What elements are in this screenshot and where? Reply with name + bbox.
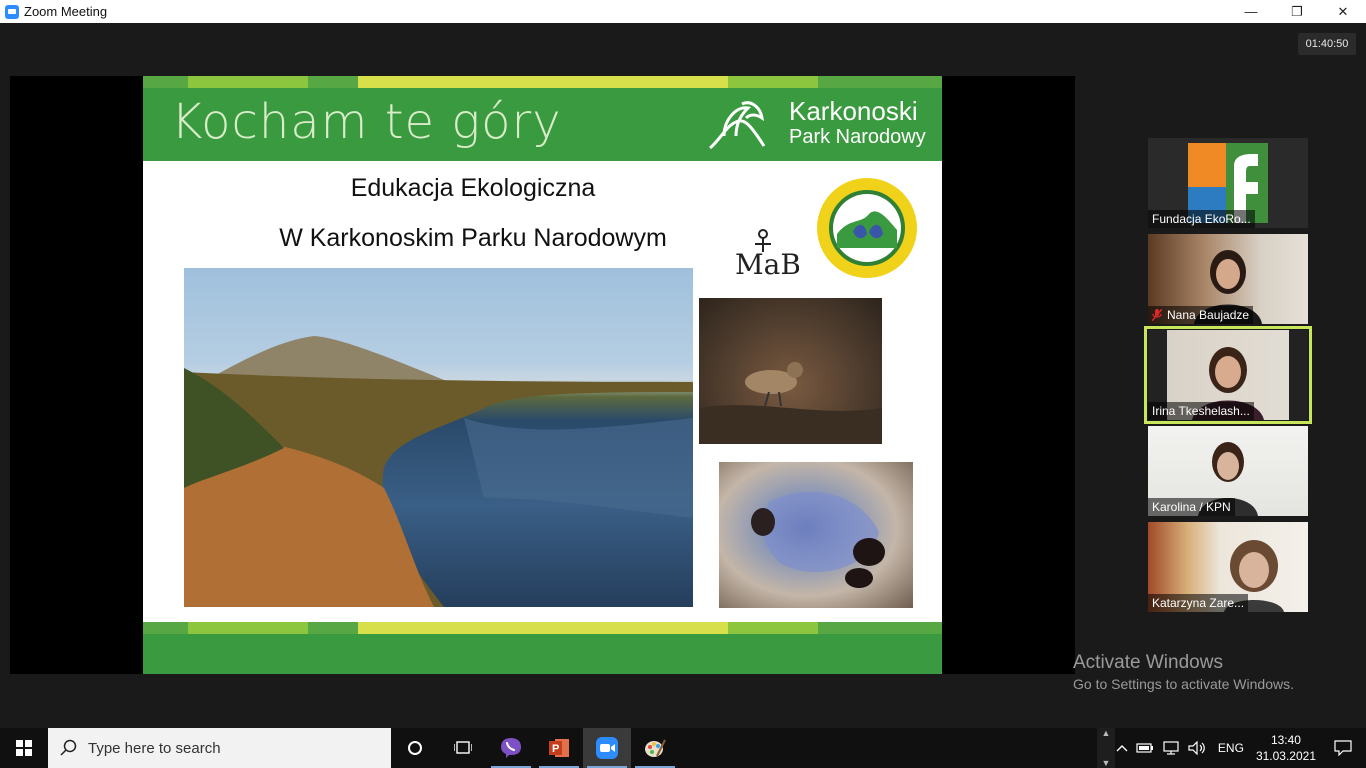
activate-windows-subtitle: Go to Settings to activate Windows.: [1073, 676, 1294, 692]
slide-bottom-stripe: [143, 622, 942, 634]
participant-name: Nana Baujadze: [1167, 308, 1250, 322]
chevron-up-icon: [1116, 745, 1128, 752]
zoom-icon: [596, 737, 618, 759]
taskbar-app-powerpoint[interactable]: P: [535, 728, 583, 768]
mountain-lake-photo: [184, 268, 693, 607]
participant-name: Katarzyna Zare...: [1148, 594, 1249, 612]
task-view-button[interactable]: [439, 728, 487, 768]
taskbar-scroller[interactable]: ▲ ▼: [1097, 728, 1115, 768]
clock-date: 31.03.2021: [1255, 749, 1316, 763]
restore-button[interactable]: ❐: [1274, 0, 1320, 23]
close-button[interactable]: ✕: [1320, 0, 1366, 23]
zoom-app-icon: [5, 4, 19, 19]
mineral-photo: [719, 462, 913, 608]
minimize-button[interactable]: —: [1228, 0, 1274, 23]
powerpoint-icon: P: [549, 739, 569, 757]
network-icon: [1163, 741, 1179, 755]
cortana-icon: [408, 741, 422, 755]
taskbar-app-paint[interactable]: [631, 728, 679, 768]
meeting-timer: 01:40:50: [1298, 33, 1356, 55]
window-controls: — ❐ ✕: [1228, 0, 1366, 23]
volume-button[interactable]: [1184, 728, 1210, 768]
taskbar-clock[interactable]: 13:40 31.03.2021: [1252, 728, 1320, 768]
slide-footer: [143, 634, 942, 674]
taskbar-search-box[interactable]: [48, 728, 391, 768]
karkonoski-logo-icon: [709, 101, 766, 150]
taskbar-app-viber[interactable]: [487, 728, 535, 768]
notifications-button[interactable]: [1320, 728, 1366, 768]
scroll-down-icon[interactable]: ▼: [1102, 758, 1111, 768]
cortana-button[interactable]: [391, 728, 439, 768]
viber-icon: [501, 738, 521, 758]
slide-subtitle-1: Edukacja Ekologiczna: [350, 174, 596, 202]
system-tray: ENG 13:40 31.03.2021: [1112, 728, 1366, 768]
search-input[interactable]: [88, 739, 368, 757]
participant-name: Fundacja EkoRo...: [1148, 210, 1255, 228]
shared-screen: Kocham te góry Karkonoski Park Narodowy …: [10, 76, 1075, 674]
scroll-up-icon[interactable]: ▲: [1102, 728, 1111, 738]
powerpoint-letter: P: [552, 743, 559, 755]
slide-header: Kocham te góry Karkonoski Park Narodowy: [143, 88, 942, 161]
slide-subtitle-2: W Karkonoskim Parku Narodowym: [279, 224, 667, 252]
start-button[interactable]: [0, 728, 48, 768]
bird-photo: [699, 298, 882, 444]
participant-tile[interactable]: Karolina / KPN: [1148, 426, 1308, 516]
input-language-button[interactable]: ENG: [1210, 728, 1252, 768]
taskbar-app-zoom[interactable]: [583, 728, 631, 768]
participant-name: Karolina / KPN: [1148, 498, 1235, 516]
windows-logo-icon: [16, 740, 32, 756]
participant-tile[interactable]: Fundacja EkoRo...: [1148, 138, 1308, 228]
task-view-icon: [454, 741, 472, 754]
park-name-line2: Park Narodowy: [789, 126, 926, 148]
battery-button[interactable]: [1132, 728, 1158, 768]
meeting-area: 01:40:50 Kocham te góry Karkonoski Park …: [0, 23, 1366, 728]
slide-title: Kocham te góry: [171, 94, 562, 150]
mab-logo-text: MaB: [735, 248, 799, 278]
paint-icon: [645, 739, 666, 757]
muted-mic-icon: [1152, 309, 1162, 321]
battery-icon: [1136, 743, 1153, 753]
participant-tile-active-speaker[interactable]: Irina Tkeshelash...: [1144, 326, 1312, 424]
window-titlebar: Zoom Meeting — ❐ ✕: [0, 0, 1366, 23]
network-button[interactable]: [1158, 728, 1184, 768]
participant-tile[interactable]: Katarzyna Zare...: [1148, 522, 1308, 612]
participant-name: Irina Tkeshelash...: [1148, 402, 1254, 420]
search-icon: [60, 739, 77, 756]
presentation-slide: Kocham te góry Karkonoski Park Narodowy …: [143, 76, 942, 674]
park-name-line1: Karkonoski: [789, 96, 918, 126]
participant-name-bar: Nana Baujadze: [1148, 306, 1254, 324]
mab-logo-icon: MaB: [735, 229, 799, 278]
windows-taskbar: P: [0, 728, 1366, 768]
window-title: Zoom Meeting: [24, 4, 108, 19]
action-center-icon: [1334, 740, 1352, 756]
clock-time: 13:40: [1270, 733, 1301, 747]
park-name: Karkonoski Park Narodowy: [789, 98, 926, 150]
slide-top-stripe: [143, 76, 942, 88]
participant-tile[interactable]: Nana Baujadze: [1148, 234, 1308, 324]
activate-windows-title: Activate Windows: [1073, 652, 1223, 673]
volume-icon: [1188, 741, 1205, 755]
park-badge-icon: [817, 178, 917, 278]
activate-windows-watermark: Activate Windows Go to Settings to activ…: [1073, 652, 1294, 692]
